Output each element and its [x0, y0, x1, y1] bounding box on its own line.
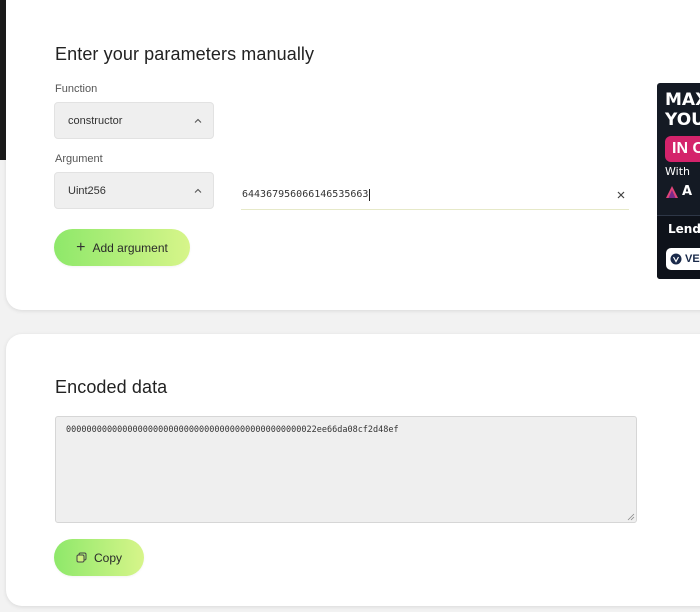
chevron-up-icon [194, 188, 202, 193]
resize-handle-icon[interactable] [627, 513, 635, 521]
add-argument-label: Add argument [92, 240, 168, 255]
ad-with-text: With [665, 165, 690, 178]
chevron-up-icon [194, 118, 202, 123]
venus-logo-icon [670, 253, 682, 265]
ad-highlight-pill: IN C [665, 136, 700, 162]
encoded-data-value: 0000000000000000000000000000000000000000… [66, 425, 399, 435]
text-caret [369, 188, 371, 201]
copy-label: Copy [93, 550, 122, 565]
argument-label: Argument [55, 153, 103, 165]
function-select[interactable]: constructor [54, 102, 214, 139]
ad-banner[interactable]: MAX YOU IN C With A Lendi VE [657, 83, 700, 279]
ad-badge-text: VE [685, 253, 700, 265]
ad-headline-line2: YOU [665, 110, 700, 130]
argument-type-value: Uint256 [68, 184, 106, 197]
add-argument-button[interactable]: + Add argument [54, 229, 190, 266]
plus-icon: + [76, 238, 86, 256]
ad-badge: VE [666, 248, 700, 270]
function-select-value: constructor [68, 114, 123, 127]
clear-icon[interactable] [615, 189, 627, 201]
argument-value-text: 644367956066146535663 [242, 189, 369, 200]
encoded-data-title: Encoded data [55, 377, 168, 397]
argument-value-input[interactable]: 644367956066146535663 [241, 180, 629, 210]
ad-headline-line1: MAX [665, 90, 700, 110]
copy-button[interactable]: Copy [54, 539, 144, 576]
ad-lending-text: Lendi [668, 222, 700, 236]
triangle-logo-icon [666, 186, 678, 198]
ad-brand-text: A [682, 184, 693, 199]
encoded-data-textarea[interactable]: 0000000000000000000000000000000000000000… [55, 416, 637, 523]
parameters-title: Enter your parameters manually [55, 44, 315, 64]
copy-icon [76, 552, 87, 563]
argument-type-select[interactable]: Uint256 [54, 172, 214, 209]
function-label: Function [55, 83, 98, 95]
